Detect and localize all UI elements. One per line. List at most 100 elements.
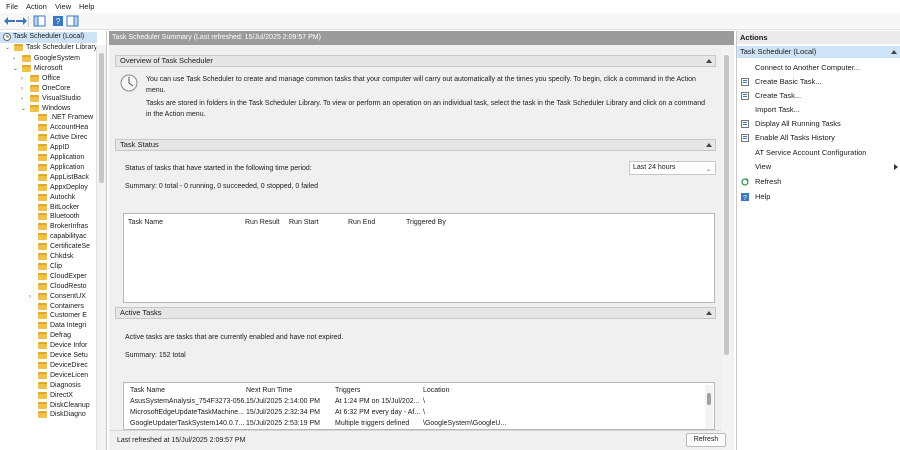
column-header-task-name[interactable]: Task Name: [130, 387, 165, 394]
forward-arrow-icon[interactable]: [15, 15, 28, 27]
action-item[interactable]: Create Basic Task...: [737, 76, 900, 88]
menu-help[interactable]: Help: [79, 2, 94, 11]
collapse-caret-icon[interactable]: [706, 311, 712, 315]
chevron-down-icon[interactable]: ⌄: [13, 64, 20, 74]
menu-file[interactable]: File: [6, 2, 18, 11]
collapse-caret-icon[interactable]: [706, 59, 712, 63]
tree-item[interactable]: DeviceLicen: [0, 371, 97, 381]
tree-item[interactable]: Application: [0, 153, 97, 163]
tree-item[interactable]: AccountHea: [0, 123, 97, 133]
tree-item-label: Customer E: [50, 312, 87, 319]
tree-item[interactable]: Clip: [0, 262, 97, 272]
tree-item[interactable]: Application: [0, 163, 97, 173]
tree-scrollbar[interactable]: [96, 45, 106, 450]
summary-scrollbar[interactable]: [722, 45, 732, 450]
action-item[interactable]: View: [737, 161, 900, 173]
tree-item[interactable]: CloudExper: [0, 272, 97, 282]
tree-item[interactable]: Customer E: [0, 311, 97, 321]
menu-view[interactable]: View: [55, 2, 71, 11]
column-header-run-end[interactable]: Run End: [348, 219, 375, 226]
column-header-triggers[interactable]: Triggers: [335, 387, 360, 394]
collapse-caret-icon[interactable]: [891, 50, 897, 54]
table-cell: Multiple triggers defined: [335, 420, 410, 427]
active-tasks-header-label: Active Tasks: [120, 308, 162, 317]
column-header-location[interactable]: Location: [423, 387, 449, 394]
table-row[interactable]: AsusSystemAnalysis_754F3273-056... 15/Jul…: [124, 398, 704, 408]
column-header-triggered-by[interactable]: Triggered By: [406, 219, 446, 226]
tree-item[interactable]: Diagnosis: [0, 381, 97, 391]
tree-item[interactable]: › Office: [0, 74, 97, 84]
tree-item[interactable]: Bluetooth: [0, 212, 97, 222]
tree-item[interactable]: AppID: [0, 143, 97, 153]
tree-item[interactable]: Device Infor: [0, 341, 97, 351]
folder-icon: [38, 293, 47, 300]
summary-scrollbar-thumb[interactable]: [724, 55, 729, 355]
chevron-right-icon[interactable]: ›: [29, 292, 36, 302]
menu-action[interactable]: Action: [26, 2, 47, 11]
tree-item[interactable]: Chkdsk: [0, 252, 97, 262]
action-item[interactable]: Import Task...: [737, 104, 900, 116]
active-tasks-scrollbar[interactable]: [705, 385, 713, 429]
tree-item[interactable]: CloudResto: [0, 282, 97, 292]
tree-item[interactable]: Autochk: [0, 193, 97, 203]
tree-item-label: OneCore: [42, 85, 71, 92]
tree-item[interactable]: Defrag: [0, 331, 97, 341]
action-item[interactable]: Display All Running Tasks: [737, 118, 900, 130]
overview-header[interactable]: Overview of Task Scheduler: [115, 55, 716, 67]
column-header-next-run-time[interactable]: Next Run Time: [246, 387, 292, 394]
column-header-run-start[interactable]: Run Start: [289, 219, 319, 226]
tree-item[interactable]: Device Setu: [0, 351, 97, 361]
action-item[interactable]: Create Task...: [737, 90, 900, 102]
active-tasks-description: Active tasks are tasks that are currentl…: [125, 334, 344, 341]
active-tasks-scrollbar-thumb[interactable]: [707, 393, 711, 405]
table-cell: At 1:24 PM on 15/Jul/202...: [335, 398, 420, 405]
tree-item[interactable]: › GoogleSystem: [0, 54, 97, 64]
tree-root[interactable]: Task Scheduler (Local): [0, 32, 97, 43]
tree-item[interactable]: CertificateSe: [0, 242, 97, 252]
table-row[interactable]: MicrosoftEdgeUpdateTaskMachine... 15/Jul/…: [124, 409, 704, 419]
tree-item[interactable]: › VisualStudio: [0, 94, 97, 104]
chevron-down-icon[interactable]: ⌄: [5, 43, 12, 53]
tree-item[interactable]: BrokerInfras: [0, 222, 97, 232]
tree-item[interactable]: DeviceDirec: [0, 361, 97, 371]
chevron-right-icon[interactable]: ›: [13, 54, 20, 64]
refresh-button[interactable]: Refresh: [686, 433, 726, 447]
chevron-down-icon[interactable]: ⌄: [706, 164, 711, 176]
table-row[interactable]: GoogleUpdaterTaskSystem140.0.7... 15/Jul/…: [124, 420, 704, 429]
tree-item[interactable]: .NET Framew: [0, 113, 97, 123]
task-status-header[interactable]: Task Status: [115, 139, 716, 151]
collapse-caret-icon[interactable]: [706, 143, 712, 147]
tree-item[interactable]: DirectX: [0, 391, 97, 401]
action-item-label: Import Task...: [755, 105, 800, 114]
show-hide-console-tree-icon[interactable]: [33, 15, 46, 27]
tree-item[interactable]: AppxDeploy: [0, 183, 97, 193]
actions-section-header[interactable]: Task Scheduler (Local): [737, 46, 900, 58]
chevron-right-icon[interactable]: ›: [21, 74, 28, 84]
tree-item[interactable]: › OneCore: [0, 84, 97, 94]
status-period-label: Status of tasks that have started in the…: [125, 165, 312, 172]
column-header-run-result[interactable]: Run Result: [245, 219, 280, 226]
action-item[interactable]: ? Help: [737, 191, 900, 203]
table-cell: \GoogleSystem\GoogleU...: [423, 420, 507, 427]
help-icon[interactable]: ?: [52, 15, 65, 27]
tree-item[interactable]: DiskDiagno: [0, 410, 97, 420]
time-period-select[interactable]: Last 24 hours ⌄: [629, 161, 716, 175]
column-header-task-name[interactable]: Task Name: [128, 219, 163, 226]
tree-item[interactable]: Active Direc: [0, 133, 97, 143]
action-item[interactable]: Enable All Tasks History: [737, 132, 900, 144]
tree-scrollbar-thumb[interactable]: [99, 53, 104, 183]
tree-item[interactable]: AppListBack: [0, 173, 97, 183]
tree-item-label: Application: [50, 154, 85, 161]
action-item[interactable]: AT Service Account Configuration: [737, 147, 900, 159]
action-item[interactable]: Refresh: [737, 176, 900, 188]
active-tasks-header[interactable]: Active Tasks: [115, 307, 716, 319]
chevron-right-icon[interactable]: ›: [21, 94, 28, 104]
tree-item-library[interactable]: ⌄ Task Scheduler Library: [0, 43, 97, 53]
tree-item[interactable]: ⌄ Microsoft: [0, 64, 97, 74]
chevron-right-icon[interactable]: ›: [21, 84, 28, 94]
tree-item[interactable]: capabilityac: [0, 232, 97, 242]
tree-item[interactable]: › ConsentUX: [0, 292, 97, 302]
show-hide-action-pane-icon[interactable]: [66, 15, 79, 27]
tree-item[interactable]: Data Integri: [0, 321, 97, 331]
action-item[interactable]: Connect to Another Computer...: [737, 62, 900, 74]
